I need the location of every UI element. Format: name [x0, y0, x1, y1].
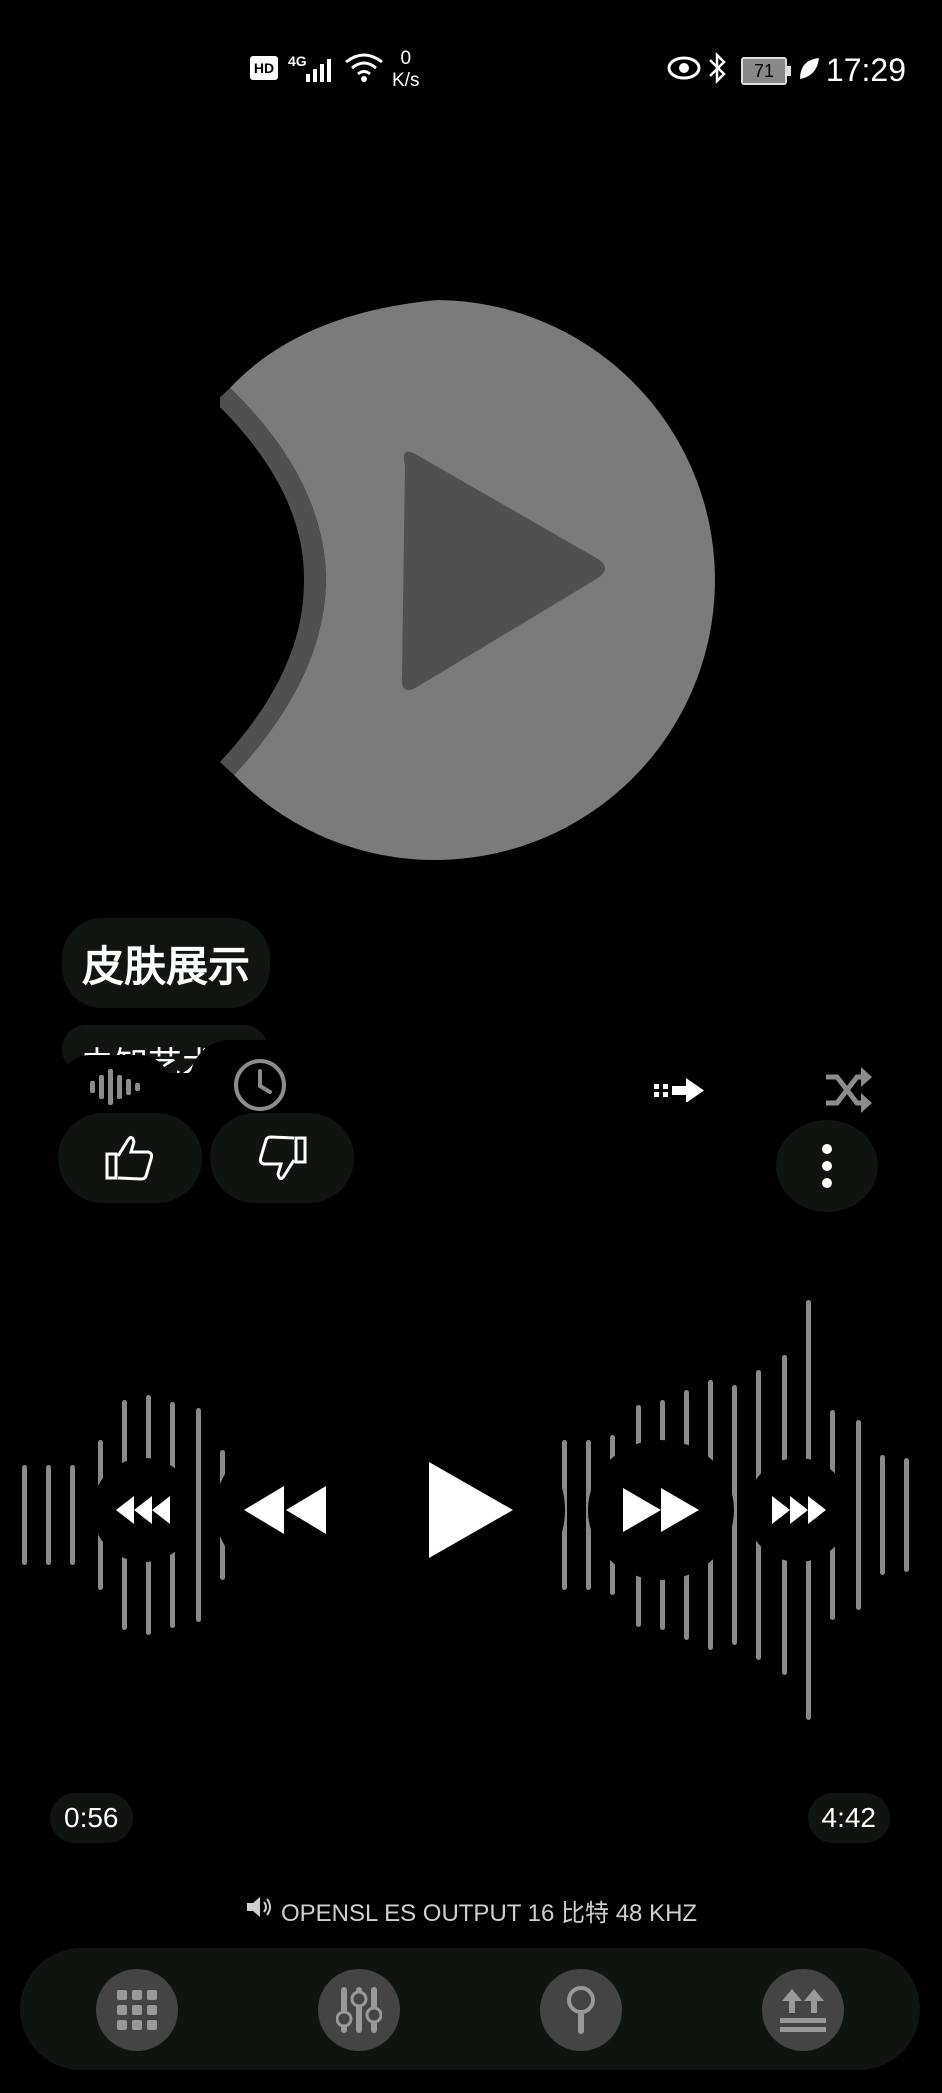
signal-icon: [306, 59, 331, 82]
output-info: OPENSL ES OUTPUT 16 比特 48 KHZ: [0, 1893, 942, 1928]
network-type: 4G: [288, 53, 307, 69]
play-button[interactable]: [375, 1420, 565, 1600]
grid-button[interactable]: [96, 1969, 178, 2051]
skip-back-far-button[interactable]: [92, 1458, 196, 1562]
visualizer-button[interactable]: [60, 1055, 170, 1119]
dislike-button[interactable]: [210, 1113, 354, 1203]
upload-icon: [780, 1989, 826, 2032]
more-button[interactable]: [776, 1120, 878, 1212]
more-vertical-icon: [822, 1144, 832, 1188]
bluetooth-icon: [709, 52, 726, 84]
shuffle-button[interactable]: [818, 1060, 878, 1120]
previous-button[interactable]: [215, 1440, 355, 1580]
shuffle-icon: [826, 1067, 872, 1113]
total-time: 4:42: [807, 1793, 890, 1843]
thumbs-down-icon: [258, 1135, 307, 1181]
hd-badge: HD: [250, 56, 278, 80]
skip-forward-icon: [772, 1496, 826, 1524]
grid-icon: [117, 1990, 157, 2030]
equalizer-icon: [336, 1987, 382, 2033]
play-icon: [429, 1462, 513, 1558]
bottom-nav: [20, 1948, 920, 2070]
repeat-button[interactable]: [650, 1070, 710, 1110]
track-title: 皮肤展示: [62, 918, 271, 1008]
rewind-icon: [244, 1486, 326, 1534]
waveform-icon: [90, 1069, 140, 1105]
elapsed-time: 0:56: [50, 1793, 133, 1843]
leaf-icon: [800, 58, 819, 79]
upload-button[interactable]: [762, 1969, 844, 2051]
speaker-icon: [245, 1896, 273, 1925]
status-bar: HD 4G 0 K/s 71 17:29: [0, 38, 942, 98]
search-button[interactable]: [540, 1969, 622, 2051]
fast-forward-icon: [623, 1488, 699, 1532]
search-icon: [567, 1986, 595, 2034]
thumbs-up-icon: [105, 1135, 154, 1181]
wifi-icon: [345, 53, 383, 82]
fast-rewind-icon: [116, 1496, 170, 1524]
battery-indicator: 71: [741, 57, 791, 85]
clock-icon: [234, 1059, 286, 1111]
skip-forward-far-button[interactable]: [746, 1458, 850, 1562]
network-speed: 0 K/s: [392, 48, 420, 91]
clock-time: 17:29: [825, 52, 906, 88]
next-button[interactable]: [588, 1440, 734, 1580]
like-button[interactable]: [58, 1113, 202, 1203]
next-arrow-icon: [654, 1078, 704, 1102]
album-art[interactable]: [220, 295, 740, 865]
equalizer-button[interactable]: [318, 1969, 400, 2051]
eye-icon: [667, 56, 701, 80]
